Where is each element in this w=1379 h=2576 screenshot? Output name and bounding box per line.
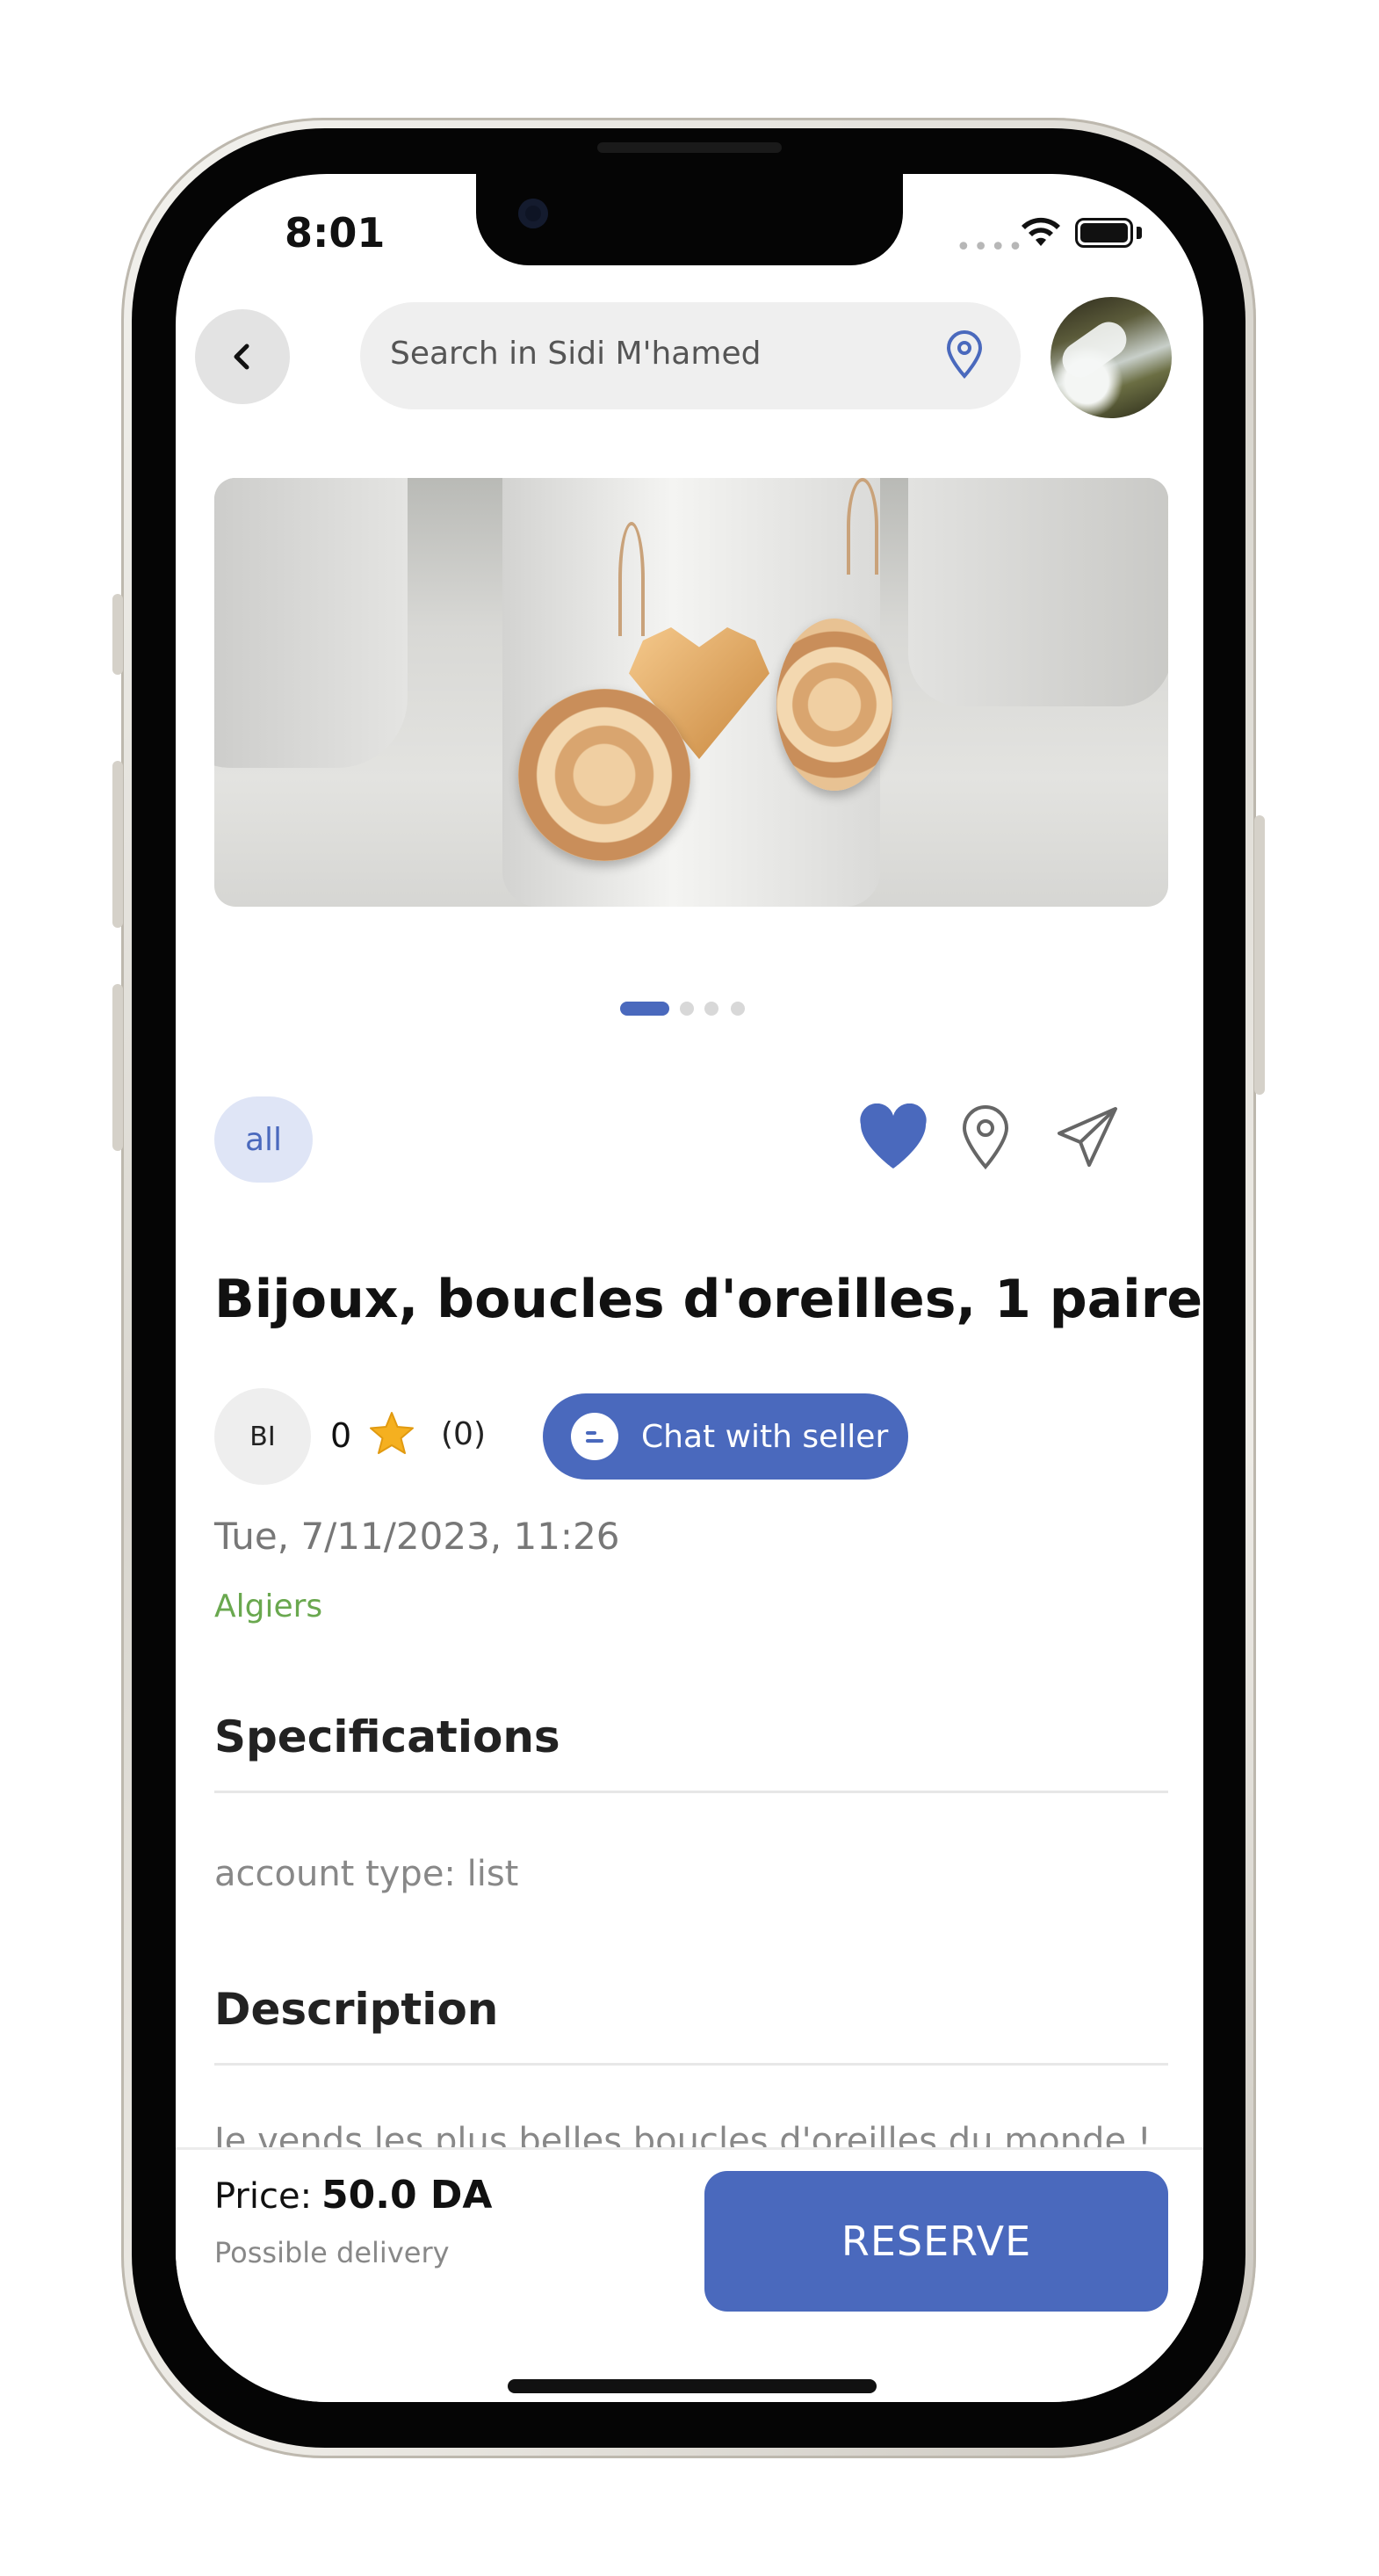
delivery-note: Possible delivery: [214, 2236, 450, 2269]
product-image[interactable]: [214, 478, 1168, 907]
volume-up-button: [112, 761, 123, 928]
seller-avatar[interactable]: BI: [214, 1388, 311, 1485]
wifi-icon: [1022, 217, 1060, 246]
map-pin-icon[interactable]: [943, 329, 986, 381]
heart-icon[interactable]: [857, 1103, 929, 1172]
star-icon: [370, 1412, 414, 1454]
notch: [476, 174, 903, 265]
home-indicator[interactable]: [508, 2379, 877, 2393]
battery-tip: [1137, 227, 1142, 239]
image-earring-left: [518, 689, 690, 861]
image-mug-right: [908, 478, 1168, 706]
image-hook-left: [618, 522, 645, 636]
listing-city[interactable]: Algiers: [214, 1588, 322, 1624]
search-bar[interactable]: Search in Sidi M'hamed: [360, 302, 1021, 409]
product-title: Bijoux, boucles d'oreilles, 1 paire: [214, 1269, 1203, 1330]
image-hook-right: [847, 478, 878, 575]
power-button: [1254, 815, 1265, 1095]
spec-account-type: account type: list: [214, 1854, 519, 1894]
chevron-left-icon: [234, 344, 249, 370]
silent-switch: [112, 594, 123, 675]
search-input[interactable]: Search in Sidi M'hamed: [390, 336, 761, 372]
seller-rating: 0: [330, 1416, 352, 1455]
reserve-button[interactable]: RESERVE: [704, 2171, 1168, 2312]
app-screen: 8:01 •••• Search in Sidi M'hamed all Bij…: [176, 174, 1203, 2402]
image-earring-right: [776, 619, 892, 791]
user-avatar[interactable]: [1050, 297, 1172, 418]
bottom-bar: Price: 50.0 DA Possible delivery RESERVE: [176, 2147, 1203, 2402]
chat-with-seller-button[interactable]: Chat with seller: [543, 1393, 908, 1480]
gallery-dot-2[interactable]: [680, 1002, 694, 1016]
cellular-signal-icon: ••••: [956, 232, 1025, 263]
front-camera: [518, 199, 548, 228]
gallery-dot-1[interactable]: [620, 1002, 669, 1016]
location-pin-icon[interactable]: [959, 1103, 1012, 1172]
seller-rating-count: (0): [441, 1416, 486, 1452]
volume-down-button: [112, 984, 123, 1151]
price-value: 50.0 DA: [321, 2173, 493, 2218]
status-time: 8:01: [285, 209, 386, 257]
price-label: Price:: [214, 2176, 313, 2217]
description-divider: [214, 2063, 1168, 2066]
back-button[interactable]: [195, 309, 290, 404]
battery-icon: [1075, 218, 1133, 248]
gallery-dot-3[interactable]: [704, 1002, 718, 1016]
avatar-waterfall: [1055, 315, 1134, 385]
specifications-heading: Specifications: [214, 1711, 560, 1762]
chat-button-label: Chat with seller: [641, 1418, 889, 1455]
category-chip[interactable]: all: [214, 1096, 313, 1183]
paper-plane-icon[interactable]: [1054, 1103, 1121, 1170]
listing-date: Tue, 7/11/2023, 11:26: [214, 1515, 620, 1558]
image-mug-left: [214, 478, 408, 768]
gallery-dot-4[interactable]: [731, 1002, 745, 1016]
speaker-grille: [597, 142, 782, 153]
specifications-divider: [214, 1791, 1168, 1793]
description-heading: Description: [214, 1984, 499, 2035]
chat-bubble-icon: [571, 1413, 618, 1460]
